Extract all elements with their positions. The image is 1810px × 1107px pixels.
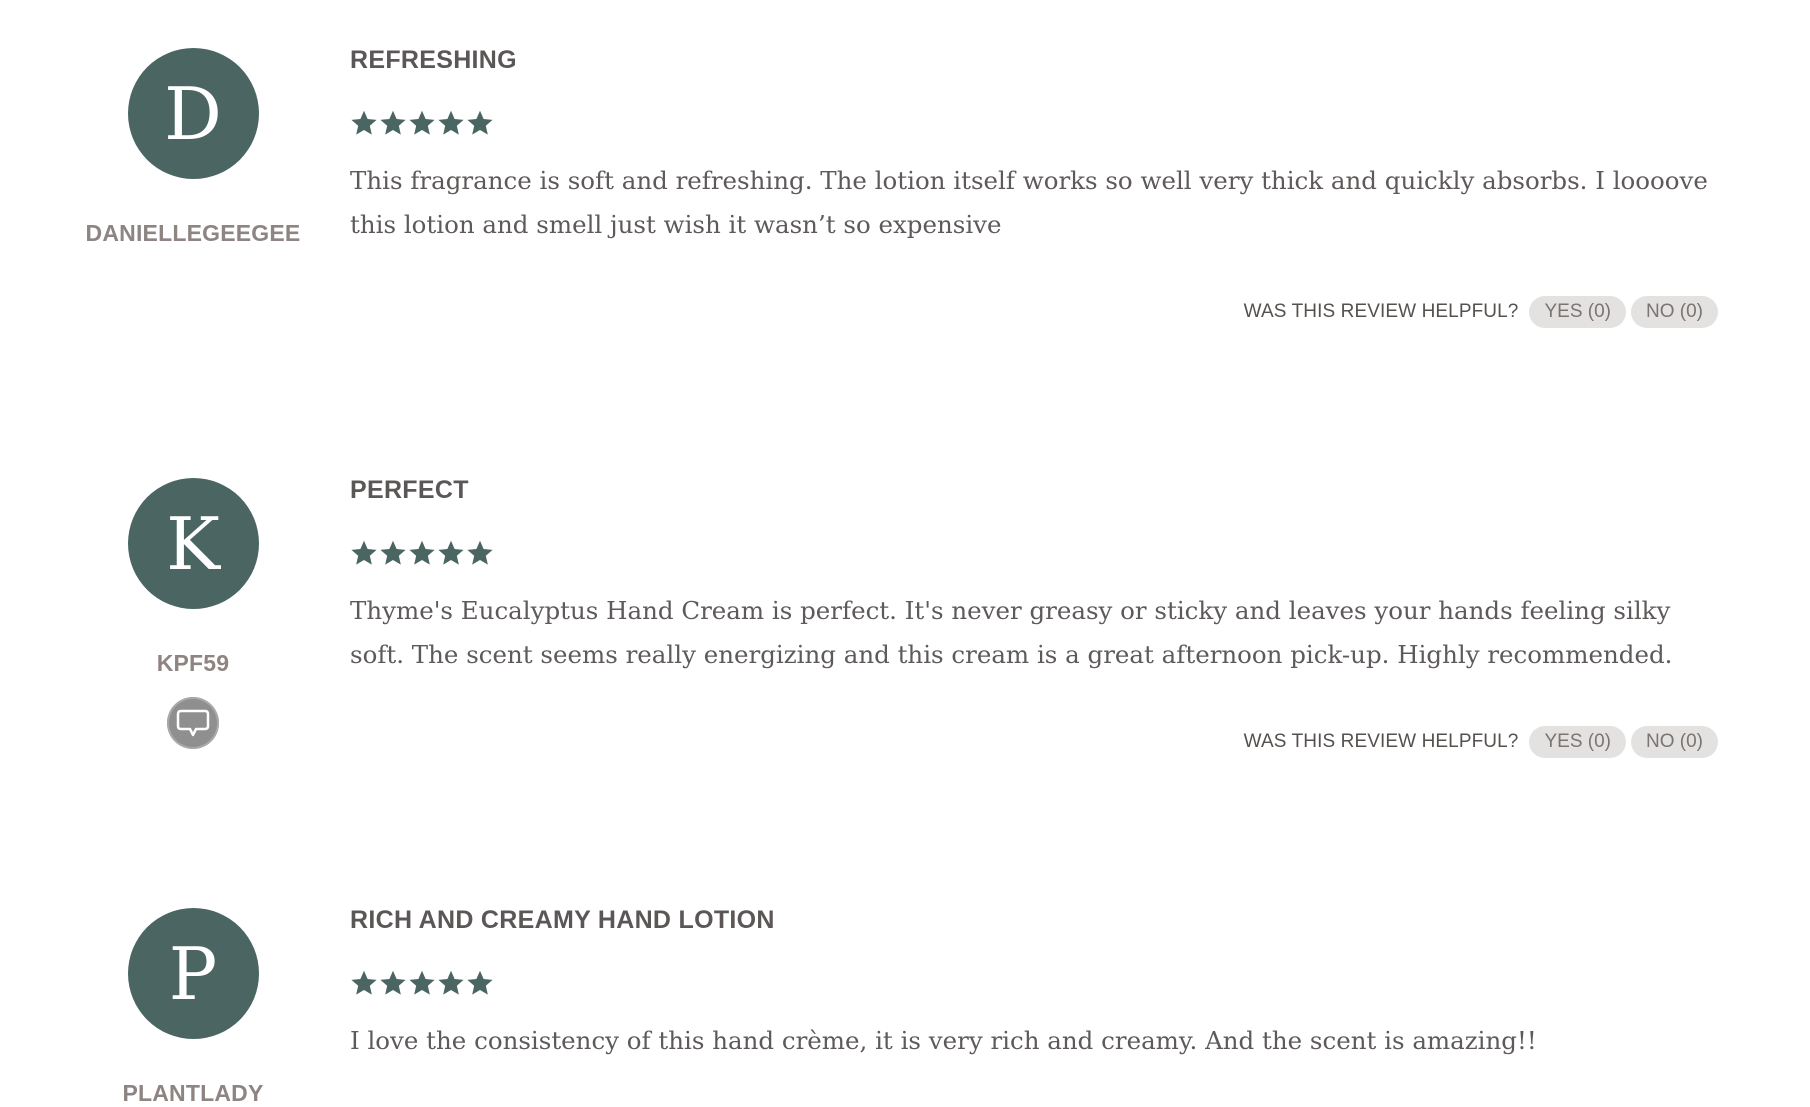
star-icon (351, 970, 377, 995)
review-content: RICH AND CREAMY HAND LOTION I love the c… (350, 906, 1720, 1063)
star-icon (409, 970, 435, 995)
star-icon (380, 540, 406, 565)
review-content: PERFECT Thyme's Eucalyptus Hand Cream is… (350, 476, 1720, 677)
helpful-yes-button[interactable]: YES (0) (1529, 296, 1626, 328)
review-author: P PLANTLADY (72, 908, 314, 1107)
star-icon (351, 540, 377, 565)
helpful-yes-button[interactable]: YES (0) (1529, 726, 1626, 758)
star-rating (350, 109, 1720, 143)
review-author: K KPF59 (72, 478, 314, 749)
speech-bubble-icon-glyph (176, 709, 210, 737)
star-icon (467, 970, 493, 995)
star-icon (351, 110, 377, 135)
star-rating (350, 539, 1720, 573)
review-body: This fragrance is soft and refreshing. T… (350, 166, 1708, 239)
star-rating (350, 969, 1720, 1003)
avatar-initial: P (168, 931, 218, 1016)
review-author: D DANIELLEGEEGEE (72, 48, 314, 247)
star-icon (467, 110, 493, 135)
helpful-no-button[interactable]: NO (0) (1631, 296, 1718, 328)
helpful-question: WAS THIS REVIEW HELPFUL? (1243, 731, 1519, 752)
star-icon (409, 110, 435, 135)
helpful-question: WAS THIS REVIEW HELPFUL? (1243, 301, 1519, 322)
star-icon (438, 540, 464, 565)
star-icon (380, 970, 406, 995)
avatar-initial: D (164, 71, 222, 156)
review-title: RICH AND CREAMY HAND LOTION (350, 906, 775, 934)
review-title: REFRESHING (350, 46, 517, 74)
helpful-vote-row: WAS THIS REVIEW HELPFUL? YES (0) NO (0) (1244, 726, 1718, 758)
review-title: PERFECT (350, 476, 469, 504)
reviewer-username[interactable]: KPF59 (72, 650, 314, 677)
helpful-no-button[interactable]: NO (0) (1631, 726, 1718, 758)
avatar: K (127, 478, 259, 609)
avatar: D (127, 48, 259, 179)
review-body: I love the consistency of this hand crèm… (350, 1026, 1537, 1055)
avatar: P (127, 908, 259, 1039)
star-icon (380, 110, 406, 135)
reviewer-username[interactable]: DANIELLEGEEGEE (72, 220, 314, 247)
star-icon (409, 540, 435, 565)
helpful-vote-row: WAS THIS REVIEW HELPFUL? YES (0) NO (0) (1244, 296, 1718, 328)
review-body: Thyme's Eucalyptus Hand Cream is perfect… (350, 596, 1673, 669)
speech-bubble-icon (167, 697, 219, 749)
review-content: REFRESHING This fragrance is soft and re… (350, 46, 1720, 247)
avatar-initial: K (166, 501, 220, 586)
star-icon (467, 540, 493, 565)
reviewer-username[interactable]: PLANTLADY (72, 1080, 314, 1107)
star-icon (438, 110, 464, 135)
star-icon (438, 970, 464, 995)
